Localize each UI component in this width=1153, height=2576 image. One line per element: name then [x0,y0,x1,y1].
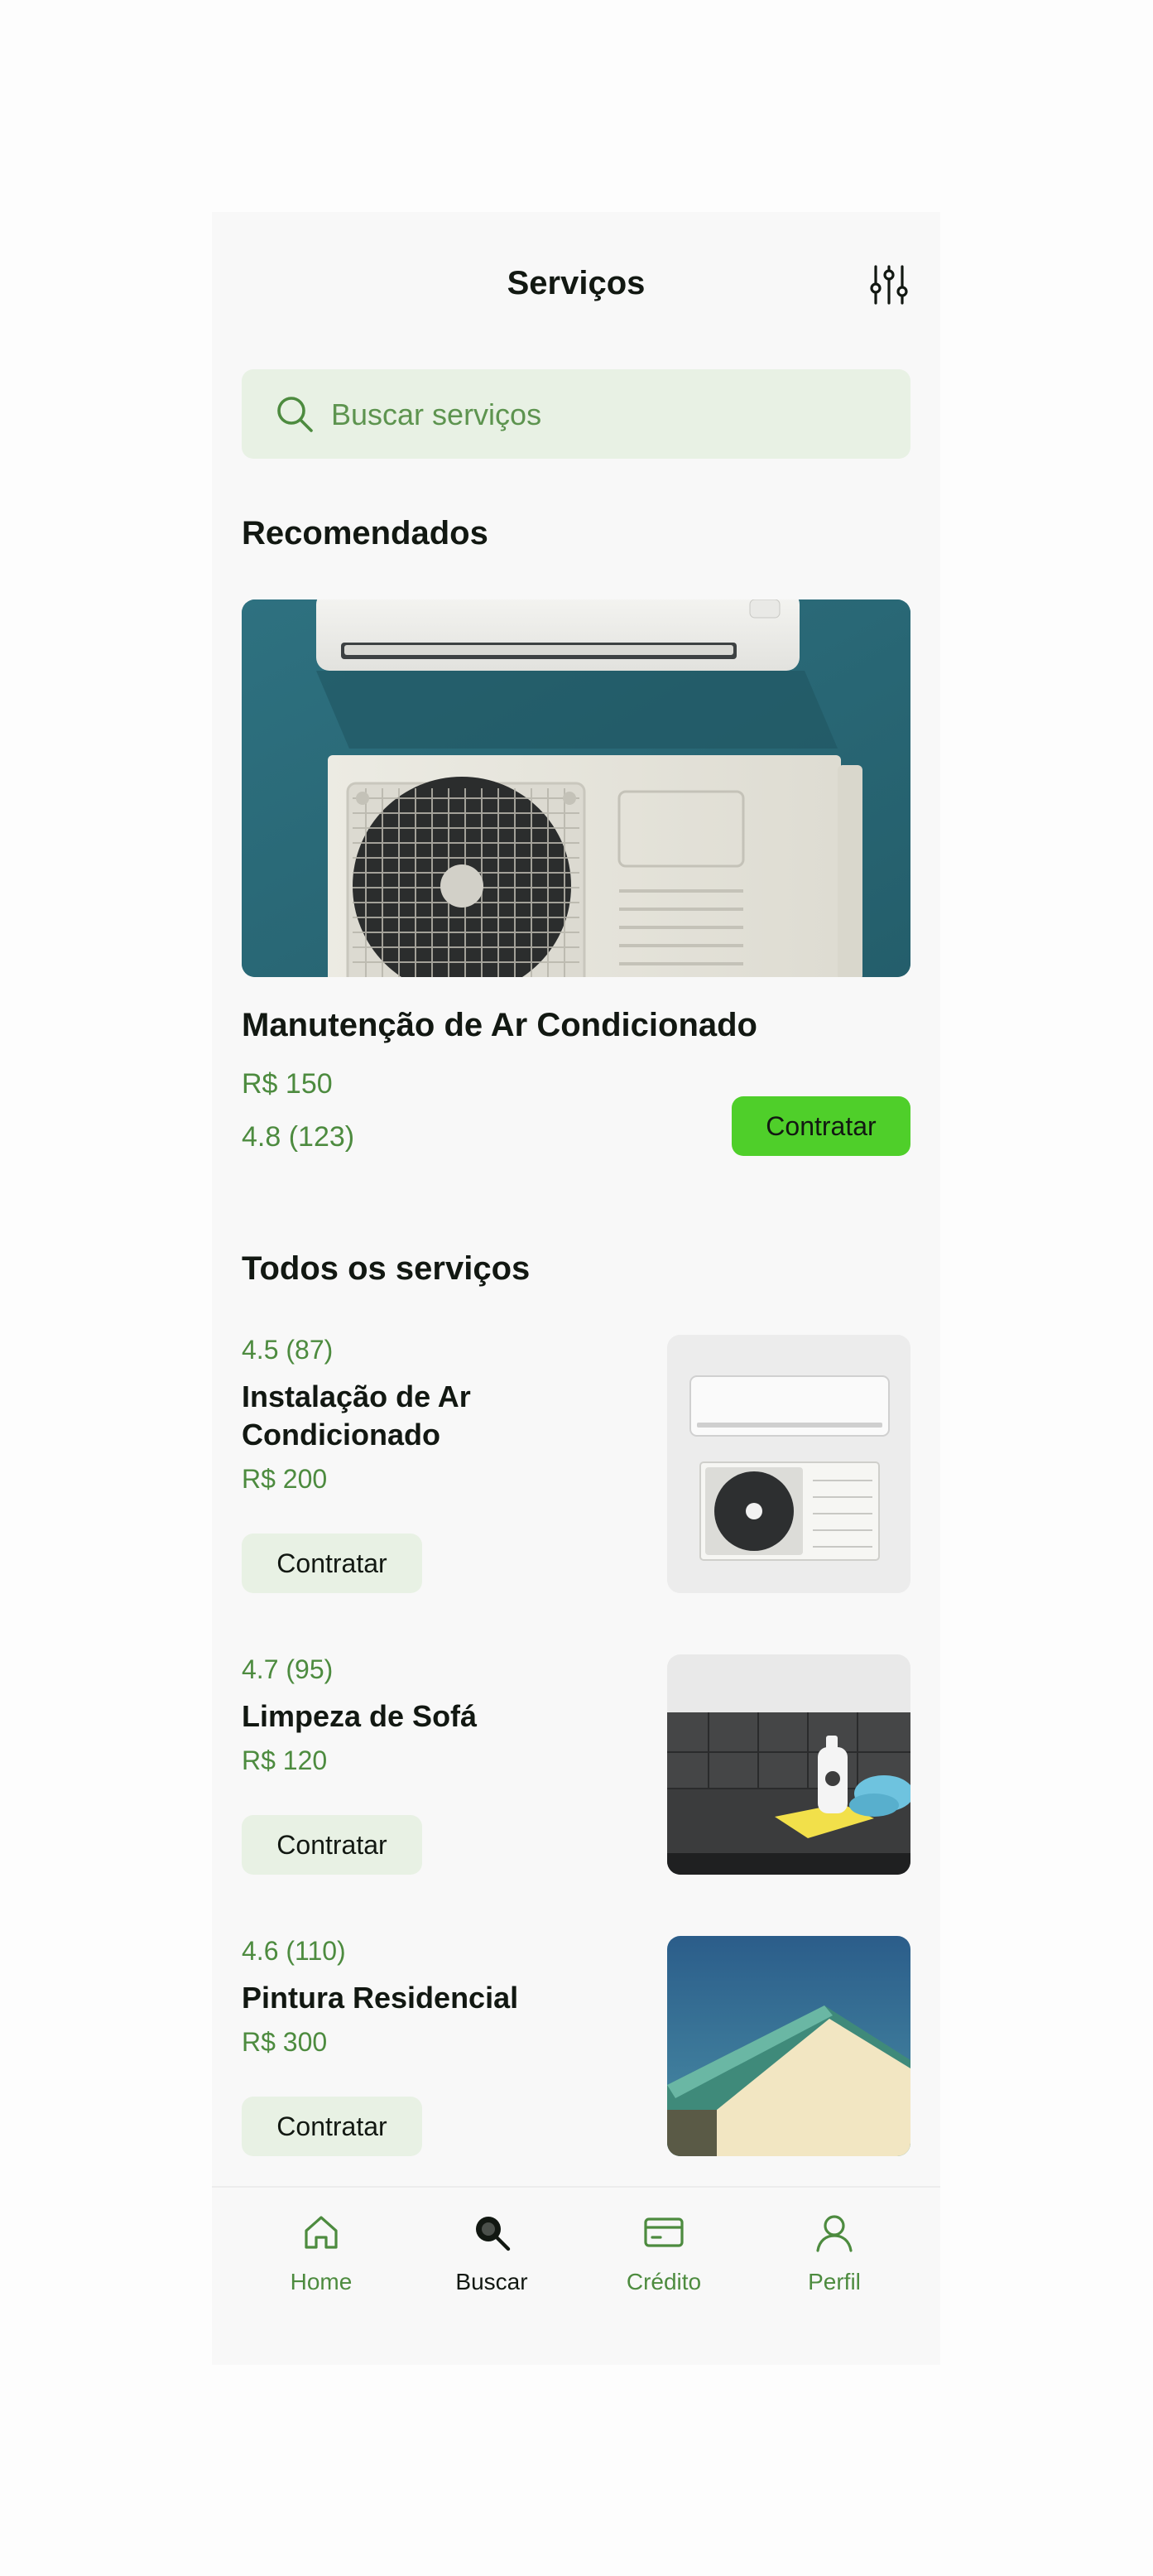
nav-item-home[interactable]: Home [255,2211,387,2327]
service-name: Limpeza de Sofá [242,1699,478,1733]
search-input[interactable] [329,389,896,441]
nav-label: Buscar [455,2269,528,2294]
sliders-icon [870,265,908,305]
sofa-cleaning-image [667,1654,910,1875]
featured-service-image[interactable] [242,599,910,977]
service-price: R$ 200 [242,1464,328,1494]
nav-label: Crédito [626,2269,702,2294]
search-icon [277,397,313,432]
service-list-item[interactable]: 4.7 (95) Limpeza de Sofá R$ 120 Contrata… [242,1654,910,1875]
nav-label: Perfil [808,2269,861,2294]
search-icon [476,2217,511,2251]
all-services-section-title: Todos os serviços [242,1250,531,1287]
service-name: Instalação de Ar Condicionado [242,1379,471,1452]
hire-button[interactable]: Contratar [242,2097,422,2156]
featured-hire-button[interactable]: Contratar [732,1096,910,1156]
recommended-section-title: Recomendados [242,515,488,551]
service-rating: 4.6 (110) [242,1936,346,1966]
service-thumbnail [667,1936,910,2156]
user-icon [816,2215,853,2252]
service-price: R$ 300 [242,2027,328,2057]
service-thumbnail [667,1335,910,1593]
nav-item-profile[interactable]: Perfil [768,2211,901,2327]
air-conditioner-image [667,1335,910,1593]
service-name: Pintura Residencial [242,1981,519,2015]
service-thumbnail [667,1654,910,1875]
nav-item-search[interactable]: Buscar [425,2211,558,2327]
search-bar[interactable] [242,369,910,459]
bottom-navigation: Home Buscar Crédito Perfil [212,2186,940,2365]
filter-button[interactable] [867,263,910,306]
service-rating: 4.5 (87) [242,1335,334,1365]
page-title: Serviços [507,265,646,301]
home-icon [305,2216,338,2249]
hire-button[interactable]: Contratar [242,1534,422,1593]
service-list-item[interactable]: 4.6 (110) Pintura Residencial R$ 300 Con… [242,1936,910,2156]
featured-service-price: R$ 150 [242,1068,333,1100]
service-rating: 4.7 (95) [242,1654,334,1684]
featured-service-name[interactable]: Manutenção de Ar Condicionado [242,1007,757,1044]
service-price: R$ 120 [242,1745,328,1775]
featured-service-rating: 4.8 (123) [242,1121,355,1153]
air-conditioner-image [242,599,910,977]
nav-item-credit[interactable]: Crédito [598,2211,730,2327]
house-painting-image [667,1936,910,2156]
app-screen: Serviços Recomendados [212,212,940,2365]
service-list-item[interactable]: 4.5 (87) Instalação de Ar Condicionado R… [242,1335,910,1593]
header: Serviços [212,255,940,315]
hire-button[interactable]: Contratar [242,1815,422,1875]
credit-card-icon [644,2217,684,2247]
nav-label: Home [290,2269,353,2294]
